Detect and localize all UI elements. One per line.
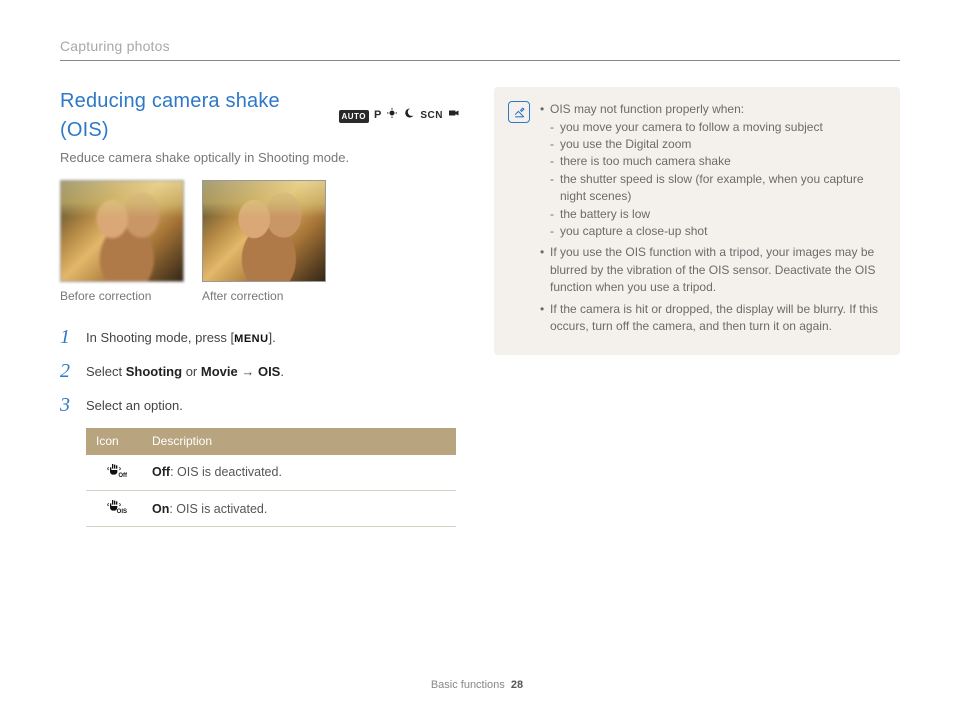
step-text: Select Shooting or Movie → OIS. xyxy=(86,360,284,382)
right-column: OIS may not function properly when: you … xyxy=(494,87,900,527)
cell-icon: OIS xyxy=(86,491,142,527)
note-bullet: If you use the OIS function with a tripo… xyxy=(540,244,882,296)
note-box: OIS may not function properly when: you … xyxy=(494,87,900,355)
step-text: Select an option. xyxy=(86,394,183,416)
photo-after-image xyxy=(202,180,326,282)
page-footer: Basic functions 28 xyxy=(0,678,954,694)
left-column: Reducing camera shake (OIS) AUTO P SCN R… xyxy=(60,87,460,527)
steps-list: 1 In Shooting mode, press [MENU]. 2 Sele… xyxy=(60,326,460,416)
mode-auto-icon: AUTO xyxy=(339,110,370,124)
step-2: 2 Select Shooting or Movie → OIS. xyxy=(60,360,460,382)
th-icon: Icon xyxy=(86,428,142,455)
breadcrumb: Capturing photos xyxy=(60,36,900,61)
note-bullet: If the camera is hit or dropped, the dis… xyxy=(540,301,882,336)
note-body: OIS may not function properly when: you … xyxy=(540,101,882,339)
mode-scn-icon: SCN xyxy=(420,109,443,124)
step-text: In Shooting mode, press [MENU]. xyxy=(86,326,276,348)
cell-description: Off: OIS is deactivated. xyxy=(142,455,456,491)
note-sub-bullet: there is too much camera shake xyxy=(550,153,882,170)
mode-movie-icon xyxy=(448,107,460,125)
page-title: Reducing camera shake (OIS) xyxy=(60,87,329,145)
mode-p-icon: P xyxy=(374,108,381,124)
table-row: Off Off: OIS is deactivated. xyxy=(86,455,456,491)
photo-after-caption: After correction xyxy=(202,288,326,305)
note-sub-bullet: you use the Digital zoom xyxy=(550,136,882,153)
photo-before-caption: Before correction xyxy=(60,288,184,305)
step-number: 2 xyxy=(60,360,76,382)
note-bullet: OIS may not function properly when: you … xyxy=(540,101,882,240)
menu-label: MENU xyxy=(234,333,268,345)
note-icon xyxy=(508,101,530,123)
note-sub-bullet: the battery is low xyxy=(550,206,882,223)
step-1: 1 In Shooting mode, press [MENU]. xyxy=(60,326,460,348)
footer-section: Basic functions xyxy=(431,679,505,691)
cell-description: On: OIS is activated. xyxy=(142,491,456,527)
th-description: Description xyxy=(142,428,456,455)
mode-icons: AUTO P SCN xyxy=(339,107,461,125)
photo-before: Before correction xyxy=(60,180,184,305)
note-sub-bullet: the shutter speed is slow (for example, … xyxy=(550,171,882,206)
ois-off-icon: Off xyxy=(105,462,123,478)
ois-on-icon: OIS xyxy=(105,498,123,514)
options-table: Icon Description Off Off: OIS is deactiv… xyxy=(86,428,456,528)
photo-before-image xyxy=(60,180,184,282)
note-sub-bullet: you capture a close-up shot xyxy=(550,223,882,240)
mode-smartauto-icon xyxy=(386,107,398,125)
step-3: 3 Select an option. xyxy=(60,394,460,416)
subtitle: Reduce camera shake optically in Shootin… xyxy=(60,149,460,168)
table-row: OIS On: OIS is activated. xyxy=(86,491,456,527)
step-number: 1 xyxy=(60,326,76,348)
step-number: 3 xyxy=(60,394,76,416)
cell-icon: Off xyxy=(86,455,142,491)
mode-night-icon xyxy=(403,107,415,125)
note-sub-bullet: you move your camera to follow a moving … xyxy=(550,119,882,136)
photo-after: After correction xyxy=(202,180,326,305)
page-number: 28 xyxy=(511,679,523,691)
